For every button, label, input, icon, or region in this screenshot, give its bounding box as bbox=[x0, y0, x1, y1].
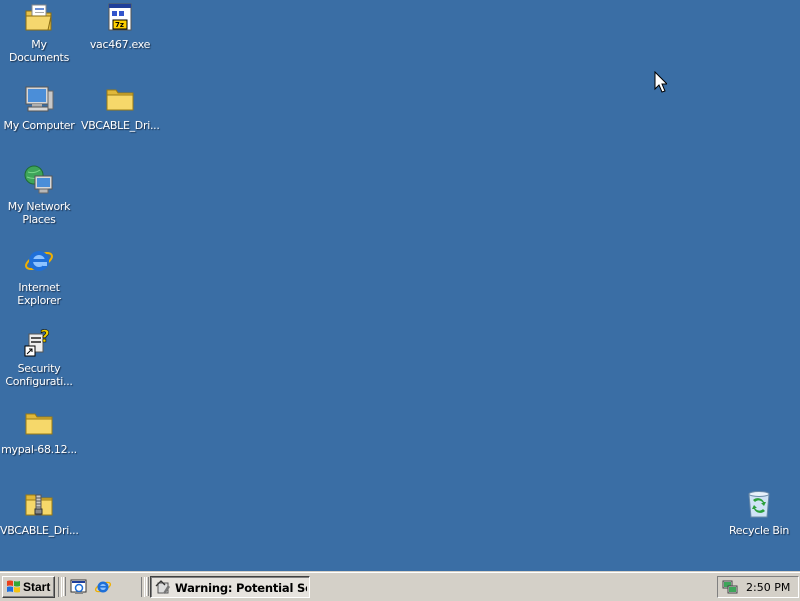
security-config-icon: ? bbox=[23, 326, 55, 358]
desktop-icon-recycle-bin[interactable]: Recycle Bin bbox=[720, 488, 798, 537]
show-desktop-icon[interactable] bbox=[70, 578, 88, 596]
security-warning-icon bbox=[155, 579, 171, 595]
desktop-icon-label: vac467.exe bbox=[89, 38, 151, 51]
desktop-icon-vbcable-zip[interactable]: VBCABLE_Dri... bbox=[0, 488, 79, 537]
taskbar-separator bbox=[58, 577, 62, 597]
mouse-cursor-icon bbox=[654, 71, 667, 93]
desktop-icon-vac467-exe[interactable]: 7z vac467.exe bbox=[81, 2, 159, 51]
desktop-icon-label: Internet Explorer bbox=[17, 281, 61, 307]
desktop: My Documents 7z vac467.exe My Computer V… bbox=[0, 0, 800, 572]
folder-icon bbox=[104, 83, 136, 115]
system-tray: 2:50 PM bbox=[717, 576, 799, 598]
svg-text:?: ? bbox=[40, 327, 50, 347]
desktop-icon-my-computer[interactable]: My Computer bbox=[0, 83, 78, 132]
task-button-warning[interactable]: Warning: Potential Se... bbox=[150, 576, 310, 598]
my-documents-icon bbox=[23, 2, 55, 34]
task-button-label: Warning: Potential Se... bbox=[175, 581, 307, 595]
desktop-icon-label: mypal-68.12... bbox=[1, 443, 77, 456]
desktop-icon-security-configuration[interactable]: ? Security Configurati... bbox=[0, 326, 78, 388]
desktop-icon-label: My Documents bbox=[8, 38, 70, 64]
desktop-icon-vbcable-folder[interactable]: VBCABLE_Dri... bbox=[81, 83, 160, 132]
internet-explorer-icon[interactable] bbox=[94, 578, 112, 596]
desktop-icon-mypal-folder[interactable]: mypal-68.12... bbox=[0, 407, 78, 456]
zip-folder-icon bbox=[23, 488, 55, 520]
desktop-icon-label: Security Configurati... bbox=[5, 362, 73, 388]
start-label: Start bbox=[23, 580, 51, 594]
svg-text:7z: 7z bbox=[115, 21, 124, 29]
recycle-bin-icon bbox=[743, 488, 775, 520]
quick-launch-grip[interactable] bbox=[63, 577, 66, 596]
desktop-icon-label: VBCABLE_Dri... bbox=[81, 119, 160, 132]
desktop-icon-label: Recycle Bin bbox=[728, 524, 790, 537]
desktop-icon-label: My Computer bbox=[3, 119, 75, 132]
my-computer-icon bbox=[23, 83, 55, 115]
desktop-icon-label: VBCABLE_Dri... bbox=[0, 524, 79, 537]
desktop-icon-my-network-places[interactable]: My Network Places bbox=[0, 164, 78, 226]
network-places-icon bbox=[23, 164, 55, 196]
installer-icon: 7z bbox=[104, 2, 136, 34]
clock[interactable]: 2:50 PM bbox=[746, 581, 790, 594]
desktop-icon-internet-explorer[interactable]: Internet Explorer bbox=[0, 245, 78, 307]
taskbar: Start Warning: Potential Se... bbox=[0, 572, 800, 601]
network-tray-icon[interactable] bbox=[722, 579, 738, 595]
desktop-icon-label: My Network Places bbox=[7, 200, 71, 226]
desktop-icon-my-documents[interactable]: My Documents bbox=[0, 2, 78, 64]
internet-explorer-icon bbox=[23, 245, 55, 277]
task-area-grip[interactable] bbox=[146, 577, 149, 596]
start-button[interactable]: Start bbox=[2, 576, 55, 598]
taskbar-separator bbox=[141, 577, 145, 597]
windows-logo-icon bbox=[6, 579, 22, 594]
folder-icon bbox=[23, 407, 55, 439]
